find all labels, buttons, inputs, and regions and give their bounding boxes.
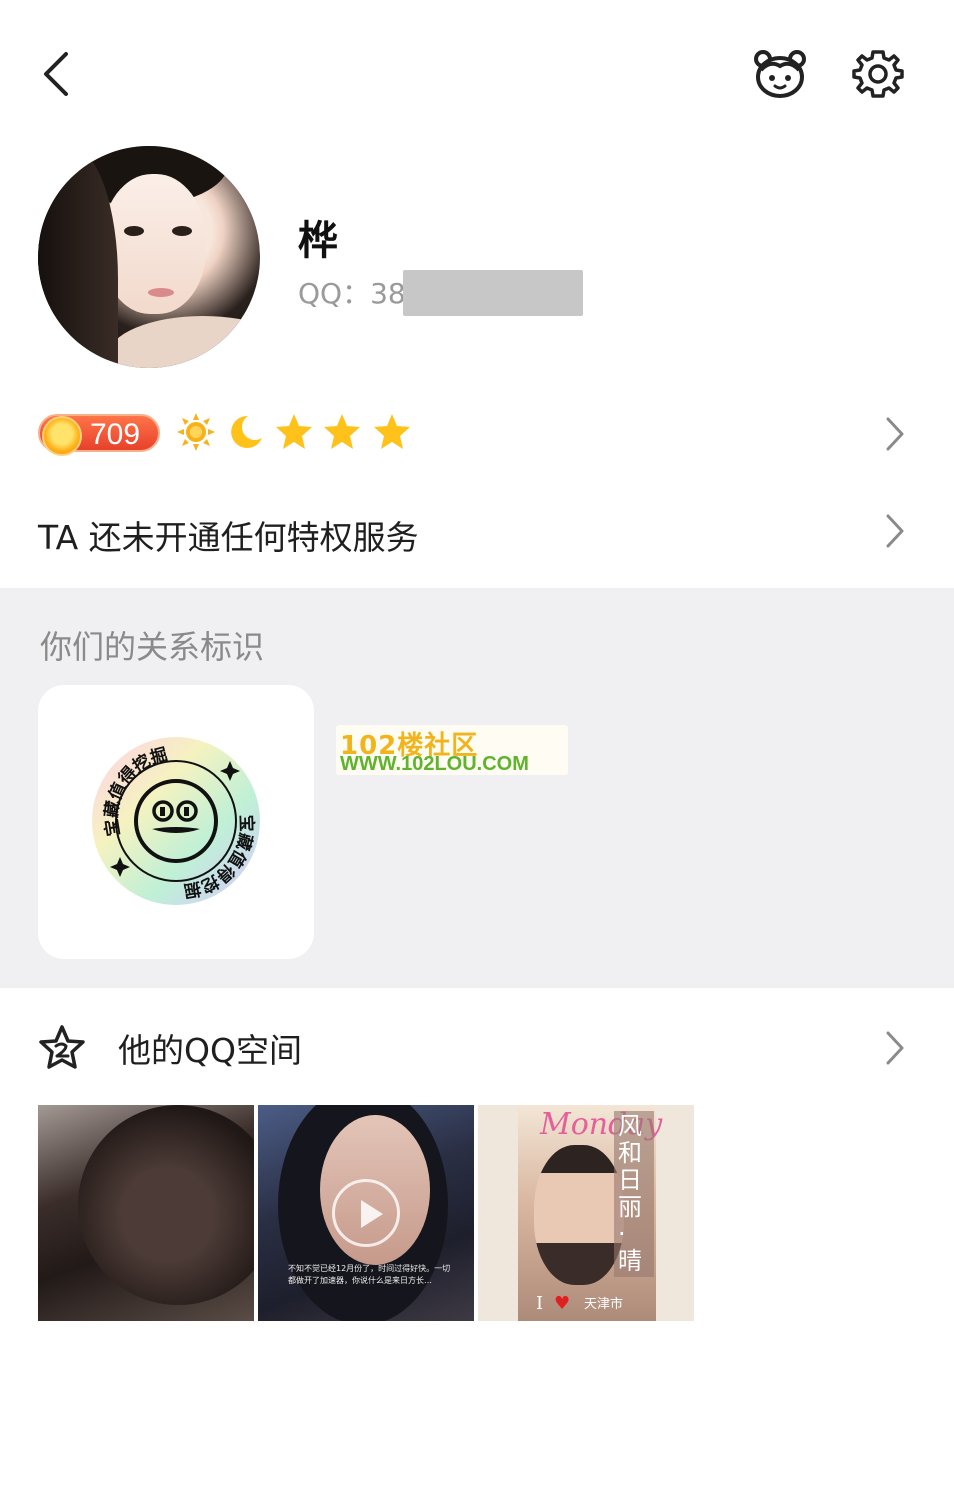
qzone-video-2[interactable]: 不知不觉已经12月份了，时间过得好快。一切都做开了加速器，你说什么是来日方长… <box>258 1105 474 1321</box>
chevron-right-icon <box>886 514 904 548</box>
gear-icon <box>852 50 904 98</box>
relation-badge-card[interactable]: 宝藏值得挖掘 宝藏值得挖掘 <box>38 685 314 959</box>
qq-number-redaction <box>403 270 583 316</box>
level-row[interactable]: 709 <box>38 410 918 458</box>
star-icon <box>276 414 312 449</box>
qq-number: QQ：38 <box>298 277 406 310</box>
photo-city: 天津市 <box>584 1297 624 1312</box>
star-icon <box>374 414 410 449</box>
sun-icon <box>177 413 215 451</box>
privilege-row[interactable]: TA 还未开通任何特权服务 <box>38 505 918 561</box>
chevron-right-icon <box>886 1031 904 1065</box>
qzone-row[interactable]: 他的QQ空间 <box>38 1022 918 1076</box>
play-icon <box>332 1179 400 1247</box>
photo-vertical-text: 风和日丽·晴 <box>618 1112 642 1275</box>
qzone-photo-1[interactable] <box>38 1105 254 1321</box>
settings-button[interactable] <box>852 48 904 100</box>
video-caption: 不知不觉已经12月份了，时间过得好快。一切都做开了加速器，你说什么是来日方长… <box>288 1264 451 1285</box>
profile-page: 桦 QQ：38 709 TA 还未开通任何特权服务 你们的关系标识 宝藏值得挖掘… <box>0 0 954 1500</box>
chevron-left-icon <box>44 52 68 96</box>
relation-section: 你们的关系标识 宝藏值得挖掘 宝藏值得挖掘 102楼社区 WWW.102LOU.… <box>0 588 954 988</box>
photo-love-prefix: I <box>536 1293 544 1314</box>
avatar[interactable] <box>38 146 260 368</box>
level-badge: 709 <box>38 414 160 456</box>
level-value: 709 <box>90 418 141 451</box>
heart-icon: ♥ <box>554 1293 571 1314</box>
star-icon <box>324 414 360 449</box>
nickname: 桦 <box>298 218 338 264</box>
chevron-right-icon <box>886 417 904 451</box>
qzone-star-icon <box>39 1025 85 1069</box>
bear-face-icon <box>754 50 806 98</box>
treasure-badge-icon: 宝藏值得挖掘 宝藏值得挖掘 <box>92 737 260 905</box>
privilege-text: TA 还未开通任何特权服务 <box>38 518 419 557</box>
relation-title: 你们的关系标识 <box>40 628 265 666</box>
moon-icon <box>231 415 262 448</box>
watermark: 102楼社区 WWW.102LOU.COM <box>336 725 568 775</box>
bear-face-button[interactable] <box>752 46 808 102</box>
qzone-label: 他的QQ空间 <box>118 1031 302 1070</box>
back-button[interactable] <box>36 48 80 100</box>
watermark-url: WWW.102LOU.COM <box>340 753 529 775</box>
qzone-photo-3[interactable]: Monday 风和日丽·晴 I ♥ 天津市 <box>478 1105 694 1321</box>
level-coin-icon <box>42 416 82 456</box>
